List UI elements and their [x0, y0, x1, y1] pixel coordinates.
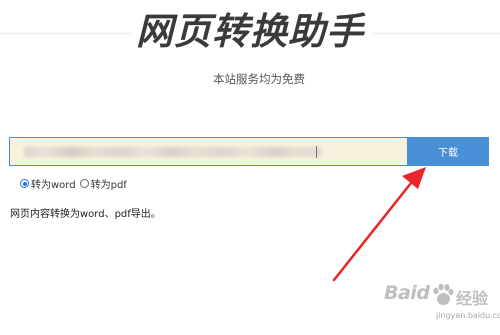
arrow-head: [402, 167, 426, 189]
watermark-url-text: jingyan.baidu.com: [436, 311, 500, 320]
baidu-jingyan-watermark: Baid 经验 jingyan.baidu.com: [376, 281, 500, 331]
arrow-shaft: [332, 176, 417, 282]
watermark-logo-text: Baid: [384, 282, 430, 304]
watermark-brand-text: 经验: [456, 289, 489, 308]
paw-icon: [433, 283, 454, 305]
